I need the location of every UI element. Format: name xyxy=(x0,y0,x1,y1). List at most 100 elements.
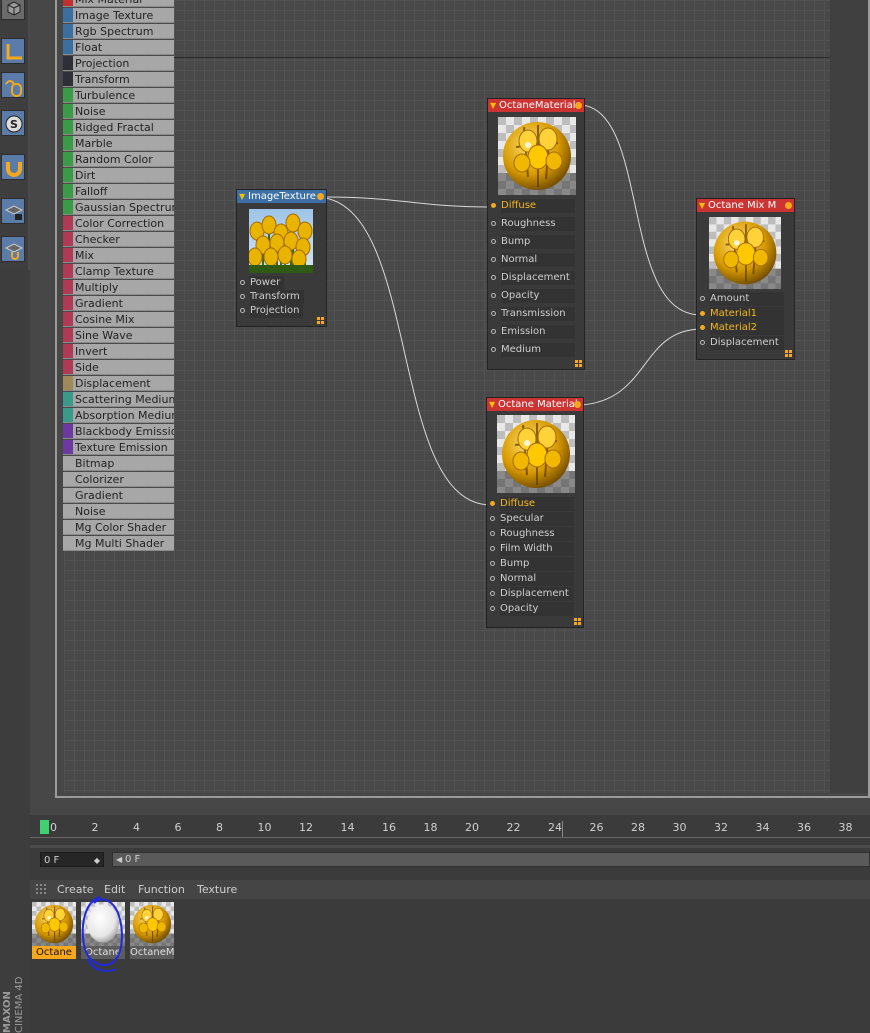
port-label: Diffuse xyxy=(500,497,574,511)
node-header[interactable]: ▼ Octane Material xyxy=(487,398,583,411)
hand-drawn-circle xyxy=(81,896,123,972)
wire-imagetexture-to-diffuse2 xyxy=(324,197,492,506)
port-dot[interactable] xyxy=(491,293,496,298)
port-dot[interactable] xyxy=(490,501,495,506)
timeline-tick: 34 xyxy=(755,821,770,834)
output-port[interactable] xyxy=(317,193,324,200)
port-label: Bump xyxy=(500,557,574,571)
timeline-tick: 20 xyxy=(465,821,479,834)
menu-texture[interactable]: Texture xyxy=(197,883,237,896)
timeline-tick: 28 xyxy=(631,821,645,834)
timeline-tick: 24 xyxy=(548,821,562,834)
port-label: Film Width xyxy=(500,542,574,556)
node-title: OctaneMaterial xyxy=(499,100,576,111)
octane-material-node-2[interactable]: ▼ Octane Material Diffuse Specular Roughne… xyxy=(486,397,584,628)
port-label: Normal xyxy=(500,572,574,586)
material-label: Octane xyxy=(32,946,76,959)
material-swatch[interactable]: OctaneM xyxy=(130,902,174,959)
resize-handle-icon[interactable] xyxy=(317,317,324,324)
port-label: Roughness xyxy=(500,527,574,541)
port-dot[interactable] xyxy=(491,347,496,352)
material-menu-bar: Create Edit Function Texture xyxy=(30,880,870,899)
output-port[interactable] xyxy=(574,401,581,408)
playhead-marker[interactable] xyxy=(40,820,49,834)
timeline-tick: 8 xyxy=(216,821,223,834)
stepper-icon: ◆ xyxy=(93,856,100,865)
port-label: Amount xyxy=(710,292,784,306)
port-dot[interactable] xyxy=(491,221,496,226)
node-header[interactable]: ▼ ImageTexture xyxy=(237,190,326,203)
material-thumbnail xyxy=(32,902,76,946)
port-label: Opacity xyxy=(501,289,575,303)
chevron-left-icon: ◀ xyxy=(116,855,123,864)
resize-handle-icon[interactable] xyxy=(575,360,582,367)
port-dot[interactable] xyxy=(490,546,495,551)
port-label: Displacement xyxy=(500,587,574,601)
port-label: Displacement xyxy=(501,271,575,285)
port-dot[interactable] xyxy=(700,339,705,345)
timeline-tick: 26 xyxy=(589,821,604,834)
timeline-tick: 22 xyxy=(506,821,521,834)
port-label: Diffuse xyxy=(501,199,575,213)
port-dot[interactable] xyxy=(491,311,496,316)
timeline-tick: 14 xyxy=(340,821,355,834)
wire-material2-to-mix xyxy=(580,328,702,406)
node-title: Octane Material xyxy=(498,399,578,410)
node-title: ImageTexture xyxy=(248,191,316,202)
current-frame-field[interactable]: 0 F ◆ xyxy=(40,852,104,867)
wire-imagetexture-to-diffuse1 xyxy=(324,196,492,208)
material-preview-sphere xyxy=(498,117,576,195)
wire-material1-to-mix xyxy=(580,104,702,316)
grip-icon[interactable] xyxy=(36,884,48,896)
timeline-tick: 16 xyxy=(382,821,396,834)
connection-wires xyxy=(324,104,702,506)
port-dot[interactable] xyxy=(700,310,705,316)
port-label: Normal xyxy=(501,253,575,267)
port-dot[interactable] xyxy=(491,275,496,280)
cinema4d-logo: MAXON CINEMA 4D xyxy=(2,976,25,1033)
collapse-triangle-icon[interactable]: ▼ xyxy=(489,398,495,411)
port-dot[interactable] xyxy=(490,606,495,611)
timeline-tick: 30 xyxy=(672,821,687,834)
resize-handle-icon[interactable] xyxy=(785,350,792,357)
timeline-ruler[interactable]: 0 2 4 6 8 10 12 14 16 18 20 22 24 26 28 30 32 34 36 38 xyxy=(30,815,870,845)
timeline-tick: 4 xyxy=(133,821,140,834)
port-dot[interactable] xyxy=(490,561,495,566)
texture-thumbnail xyxy=(249,209,313,273)
timeline-tick: 0 xyxy=(50,821,57,834)
port-dot[interactable] xyxy=(700,325,705,330)
port-dot[interactable] xyxy=(490,531,495,536)
octane-mix-node[interactable]: ▼ Octane Mix M Amount Material1 Material2 D… xyxy=(696,198,795,360)
port-dot[interactable] xyxy=(491,203,496,208)
port-dot[interactable] xyxy=(700,296,705,301)
node-header[interactable]: ▼ OctaneMaterial xyxy=(488,99,584,112)
material-label: OctaneM xyxy=(130,946,174,959)
resize-handle-icon[interactable] xyxy=(574,618,581,625)
port-label: Medium xyxy=(501,343,575,357)
material-swatch[interactable]: Octane xyxy=(32,902,76,959)
port-dot[interactable] xyxy=(491,329,496,334)
timeline-tick: 32 xyxy=(714,821,728,834)
svg-text:CINEMA 4D: CINEMA 4D xyxy=(14,976,25,1033)
collapse-triangle-icon[interactable]: ▼ xyxy=(699,199,705,212)
port-label: Material1 xyxy=(710,306,784,321)
menu-function[interactable]: Function xyxy=(138,883,185,896)
frame-range-slider[interactable]: ◀ 0 F xyxy=(112,852,870,867)
port-dot[interactable] xyxy=(491,239,496,244)
port-label: Transmission xyxy=(501,307,575,321)
node-header[interactable]: ▼ Octane Mix M xyxy=(697,199,794,212)
timeline-tick: 6 xyxy=(174,821,182,834)
material-preview-sphere xyxy=(709,217,781,289)
port-dot[interactable] xyxy=(490,516,495,521)
collapse-triangle-icon[interactable]: ▼ xyxy=(239,190,245,203)
svg-text:MAXON: MAXON xyxy=(2,991,13,1033)
output-port[interactable] xyxy=(785,202,792,209)
image-texture-node[interactable]: ▼ ImageTexture Power Transform Projectio… xyxy=(236,189,327,327)
material-thumbnail xyxy=(130,902,174,946)
port-dot[interactable] xyxy=(490,576,495,581)
port-dot[interactable] xyxy=(491,257,496,262)
collapse-triangle-icon[interactable]: ▼ xyxy=(490,99,496,112)
octane-material-node-1[interactable]: ▼ OctaneMaterial Diffuse Roughness Bump Nor… xyxy=(487,98,585,370)
port-dot[interactable] xyxy=(490,591,495,596)
output-port[interactable] xyxy=(575,102,582,109)
